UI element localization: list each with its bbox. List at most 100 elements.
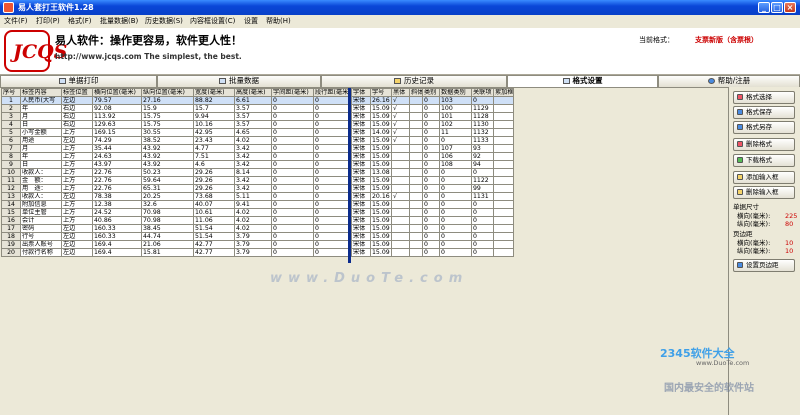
column-header[interactable]: 字号 — [370, 88, 392, 97]
table-row[interactable]: 宋体 15.09 0 108 94 — [351, 160, 514, 169]
cell-ht[interactable]: 3.57 — [234, 112, 272, 121]
cell-ht[interactable]: 3.42 — [234, 144, 272, 153]
table-row[interactable]: 12 用 途： 上方 22.76 65.31 29.26 3.42 0 0 — [1, 184, 349, 193]
maximize-button[interactable]: □ — [771, 2, 783, 13]
cell-h[interactable]: 74.29 — [92, 136, 142, 145]
cell-cat[interactable]: 0 — [422, 120, 440, 129]
menu-format[interactable]: 格式(F) — [68, 16, 92, 27]
cell-italic[interactable] — [409, 184, 423, 193]
cell-sp[interactable]: 0 — [271, 96, 314, 105]
cell-sp[interactable]: 0 — [271, 128, 314, 137]
cell-w[interactable]: 4.77 — [193, 144, 235, 153]
cell-dcat[interactable]: 102 — [439, 120, 472, 129]
cell-acc[interactable] — [493, 144, 514, 153]
cell-bold[interactable]: √ — [391, 192, 410, 201]
cell-font[interactable]: 宋体 — [351, 208, 371, 217]
cell-v[interactable]: 43.92 — [141, 152, 194, 161]
cell-cat[interactable]: 0 — [422, 112, 440, 121]
cell-pos[interactable]: 上方 — [61, 200, 93, 209]
cell-h[interactable]: 79.57 — [92, 96, 142, 105]
cell-sp[interactable]: 0 — [271, 160, 314, 169]
cell-ls[interactable]: 0 — [313, 216, 349, 225]
cell-w[interactable]: 88.82 — [193, 96, 235, 105]
cell-sp[interactable]: 0 — [271, 144, 314, 153]
cell-pos[interactable]: 左边 — [61, 248, 93, 257]
label-position-table[interactable]: 序号 标签内容 标签位置 横向位置(毫米) 纵向位置(毫米) 宽度(毫米) 高度(毫米) 字间… — [1, 88, 349, 257]
cell-italic[interactable] — [409, 160, 423, 169]
cell-ht[interactable]: 3.42 — [234, 184, 272, 193]
cell-size[interactable]: 15.09 — [370, 216, 392, 225]
cell-link[interactable]: 99 — [471, 184, 494, 193]
menu-help[interactable]: 帮助(H) — [266, 16, 291, 27]
minimize-button[interactable]: _ — [758, 2, 770, 13]
format-save-button[interactable]: 格式保存 — [733, 106, 795, 119]
cell-w[interactable]: 23.43 — [193, 136, 235, 145]
cell-acc[interactable] — [493, 240, 514, 249]
cell-h[interactable]: 22.76 — [92, 176, 142, 185]
cell-v[interactable]: 44.74 — [141, 232, 194, 241]
table-row[interactable]: 13 收款人： 左边 78.38 20.25 73.68 5.11 0 0 — [1, 192, 349, 201]
cell-dcat[interactable]: 0 — [439, 168, 472, 177]
cell-dcat[interactable]: 107 — [439, 144, 472, 153]
cell-label[interactable]: 日 — [20, 160, 62, 169]
cell-cat[interactable]: 0 — [422, 240, 440, 249]
cell-link[interactable]: 93 — [471, 144, 494, 153]
cell-sp[interactable]: 0 — [271, 216, 314, 225]
cell-ht[interactable]: 9.41 — [234, 200, 272, 209]
cell-h[interactable]: 129.63 — [92, 120, 142, 129]
column-header[interactable]: 字间距(毫米) — [271, 88, 314, 97]
format-save-as-button[interactable]: 格式另存 — [733, 121, 795, 134]
cell-w[interactable]: 42.95 — [193, 128, 235, 137]
cell-label[interactable]: 月 — [20, 144, 62, 153]
cell-v[interactable]: 27.16 — [141, 96, 194, 105]
cell-font[interactable]: 宋体 — [351, 168, 371, 177]
column-header[interactable]: 横向位置(毫米) — [92, 88, 142, 97]
cell-label[interactable]: 小写金额 — [20, 128, 62, 137]
cell-ht[interactable]: 3.79 — [234, 232, 272, 241]
cell-link[interactable]: 0 — [471, 224, 494, 233]
table-row[interactable]: 宋体 15.09 0 107 93 — [351, 144, 514, 153]
table-row[interactable]: 2 年右边 92.08 15.9 15.7 3.57 0 0 — [1, 104, 349, 113]
cell-bold[interactable]: √ — [391, 112, 410, 121]
cell-size[interactable]: 15.09 — [370, 224, 392, 233]
cell-size[interactable]: 15.09 — [370, 104, 392, 113]
cell-sp[interactable]: 0 — [271, 184, 314, 193]
cell-ls[interactable]: 0 — [313, 192, 349, 201]
close-button[interactable]: × — [784, 2, 796, 13]
cell-italic[interactable] — [409, 176, 423, 185]
cell-size[interactable]: 15.09 — [370, 144, 392, 153]
cell-bold[interactable]: √ — [391, 96, 410, 105]
cell-label[interactable]: 年 — [20, 152, 62, 161]
cell-w[interactable]: 51.54 — [193, 224, 235, 233]
cell-bold[interactable] — [391, 224, 410, 233]
cell-ls[interactable]: 0 — [313, 248, 349, 257]
cell-italic[interactable] — [409, 192, 423, 201]
cell-label[interactable]: 会计 — [20, 216, 62, 225]
cell-pos[interactable]: 上方 — [61, 144, 93, 153]
cell-size[interactable]: 14.09 — [370, 128, 392, 137]
menu-history-data[interactable]: 历史数据(S) — [145, 16, 183, 27]
cell-bold[interactable]: √ — [391, 136, 410, 145]
tab-history[interactable]: 历史记录 — [321, 75, 507, 87]
cell-acc[interactable] — [493, 224, 514, 233]
cell-v[interactable]: 20.25 — [141, 192, 194, 201]
cell-v[interactable]: 50.23 — [141, 168, 194, 177]
table-row[interactable]: 宋体 15.09 0 0 0 — [351, 224, 514, 233]
cell-sp[interactable]: 0 — [271, 112, 314, 121]
cell-v[interactable]: 21.06 — [141, 240, 194, 249]
cell-link[interactable]: 1133 — [471, 136, 494, 145]
cell-ls[interactable]: 0 — [313, 160, 349, 169]
cell-sp[interactable]: 0 — [271, 208, 314, 217]
cell-v[interactable]: 38.45 — [141, 224, 194, 233]
cell-link[interactable]: 0 — [471, 240, 494, 249]
cell-bold[interactable] — [391, 152, 410, 161]
cell-cat[interactable]: 0 — [422, 208, 440, 217]
cell-size[interactable]: 15.09 — [370, 184, 392, 193]
cell-link[interactable]: 1132 — [471, 128, 494, 137]
cell-pos[interactable]: 左边 — [61, 192, 93, 201]
cell-font[interactable]: 宋体 — [351, 136, 371, 145]
cell-w[interactable]: 9.94 — [193, 112, 235, 121]
menu-file[interactable]: 文件(F) — [4, 16, 28, 27]
table-row[interactable]: 16 会计 上方 40.86 70.98 11.06 4.02 0 0 — [1, 216, 349, 225]
table-row[interactable]: 宋体 26.16 √ 0 103 0 — [351, 96, 514, 105]
